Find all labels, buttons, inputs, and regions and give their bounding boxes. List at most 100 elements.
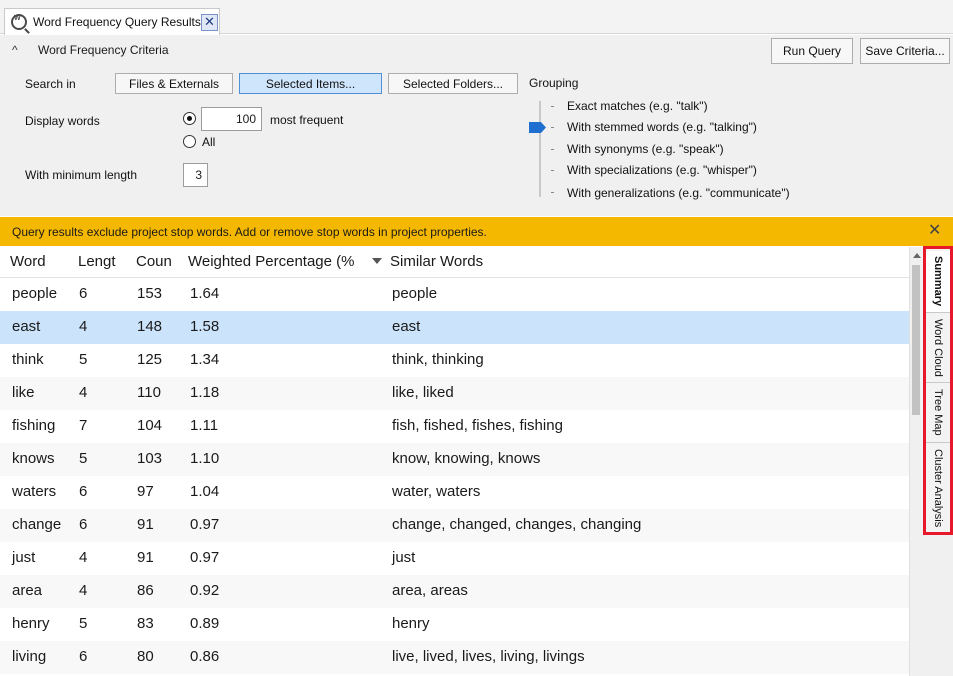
- cell-weighted-percentage: 0.86: [190, 648, 220, 665]
- cell-similar-words: fish, fished, fishes, fishing: [392, 417, 563, 434]
- cell-similar-words: east: [392, 318, 421, 335]
- grouping-label: Grouping: [529, 76, 579, 90]
- table-row[interactable]: just 4 91 0.97 just: [0, 542, 909, 575]
- cell-weighted-percentage: 1.58: [190, 318, 220, 335]
- tab-cluster-analysis[interactable]: Cluster Analysis: [926, 443, 950, 533]
- cell-word: area: [12, 582, 43, 599]
- most-frequent-label: most frequent: [270, 113, 344, 127]
- min-length-input[interactable]: 3: [183, 163, 208, 187]
- tab-word-cloud[interactable]: Word Cloud: [926, 313, 950, 383]
- slider-tick: [551, 192, 554, 193]
- cell-count: 110: [137, 384, 161, 401]
- tab-summary[interactable]: Summary: [926, 251, 950, 313]
- chevron-up-icon[interactable]: ^: [12, 43, 18, 57]
- cell-count: 148: [137, 318, 163, 335]
- cell-count: 83: [137, 615, 154, 632]
- cell-count: 104: [137, 417, 163, 434]
- table-row[interactable]: living 6 80 0.86 live, lived, lives, living,…: [0, 641, 909, 674]
- cell-weighted-percentage: 1.11: [190, 417, 219, 434]
- grouping-option-specializations[interactable]: With specializations (e.g. "whisper"): [567, 163, 757, 177]
- files-externals-button[interactable]: Files & Externals: [115, 73, 233, 94]
- column-header-word[interactable]: Word: [10, 253, 70, 270]
- cell-weighted-percentage: 1.18: [190, 384, 220, 401]
- cell-length: 4: [79, 318, 88, 335]
- all-label: All: [202, 135, 216, 149]
- cell-similar-words: henry: [392, 615, 430, 632]
- table-row[interactable]: henry 5 83 0.89 henry: [0, 608, 909, 641]
- table-row[interactable]: like 4 110 1.18 like, liked: [0, 377, 909, 410]
- table-row[interactable]: knows 5 103 1.10 know, knowing, knows: [0, 443, 909, 476]
- cell-length: 5: [79, 450, 88, 467]
- cell-similar-words: just: [392, 549, 416, 566]
- criteria-panel: ^ Word Frequency Criteria Run Query Save…: [0, 35, 953, 216]
- table-row[interactable]: people 6 153 1.64 people: [0, 278, 909, 311]
- tab-cluster-analysis-label: Cluster Analysis: [932, 448, 944, 528]
- cell-length: 5: [79, 615, 88, 632]
- cell-similar-words: know, knowing, knows: [392, 450, 541, 467]
- slider-tick: [551, 149, 554, 150]
- cell-weighted-percentage: 1.34: [190, 351, 220, 368]
- grouping-slider-track[interactable]: [539, 101, 541, 197]
- sort-descending-icon[interactable]: [372, 258, 382, 264]
- slider-tick: [551, 170, 554, 171]
- cell-count: 80: [137, 648, 154, 665]
- tab-tree-map-label: Tree Map: [932, 389, 944, 436]
- column-header-weighted-percentage[interactable]: Weighted Percentage (%: [188, 253, 363, 270]
- selected-folders-button[interactable]: Selected Folders...: [388, 73, 518, 94]
- close-icon[interactable]: ✕: [201, 14, 218, 31]
- cell-similar-words: change, changed, changes, changing: [392, 516, 642, 533]
- table-row[interactable]: change 6 91 0.97 change, changed, changes, c…: [0, 509, 909, 542]
- tab-title: Word Frequency Query Results: [33, 15, 201, 29]
- cell-count: 153: [137, 285, 163, 302]
- cell-count: 91: [137, 516, 154, 533]
- cell-length: 6: [79, 285, 88, 302]
- close-icon[interactable]: ✕: [928, 222, 941, 240]
- table-header: Word Lengt Coun Weighted Percentage (% S…: [0, 247, 909, 278]
- column-header-length[interactable]: Lengt: [78, 253, 130, 270]
- grouping-option-exact[interactable]: Exact matches (e.g. "talk"): [567, 99, 708, 113]
- grouping-option-synonyms[interactable]: With synonyms (e.g. "speak"): [567, 142, 724, 156]
- cell-weighted-percentage: 1.64: [190, 285, 220, 302]
- cell-weighted-percentage: 0.97: [190, 549, 220, 566]
- column-header-count[interactable]: Coun: [136, 253, 182, 270]
- cell-word: just: [12, 549, 36, 566]
- table-row[interactable]: area 4 86 0.92 area, areas: [0, 575, 909, 608]
- table-row[interactable]: think 5 125 1.34 think, thinking: [0, 344, 909, 377]
- results-table: Word Lengt Coun Weighted Percentage (% S…: [0, 247, 909, 676]
- column-header-similar-words[interactable]: Similar Words: [390, 253, 590, 270]
- min-length-label: With minimum length: [25, 168, 138, 182]
- scroll-up-icon[interactable]: [913, 253, 921, 258]
- all-radio[interactable]: [183, 135, 196, 148]
- grouping-option-stemmed[interactable]: With stemmed words (e.g. "talking"): [567, 120, 757, 134]
- cell-word: fishing: [12, 417, 56, 434]
- table-row[interactable]: fishing 7 104 1.11 fish, fished, fishes, fis…: [0, 410, 909, 443]
- display-count-input[interactable]: 100: [201, 107, 262, 131]
- scrollbar-thumb[interactable]: [912, 265, 920, 415]
- grouping-option-generalizations[interactable]: With generalizations (e.g. "communicate"…: [567, 186, 790, 200]
- cell-word: like: [12, 384, 35, 401]
- save-criteria-button[interactable]: Save Criteria...: [860, 38, 950, 64]
- run-query-button[interactable]: Run Query: [771, 38, 853, 64]
- cell-word: knows: [12, 450, 55, 467]
- most-frequent-radio[interactable]: [183, 112, 196, 125]
- selected-items-button[interactable]: Selected Items...: [239, 73, 382, 94]
- cell-similar-words: think, thinking: [392, 351, 484, 368]
- cell-word: henry: [12, 615, 50, 632]
- cell-word: change: [12, 516, 62, 533]
- cell-length: 6: [79, 516, 88, 533]
- cell-length: 6: [79, 648, 88, 665]
- cell-length: 5: [79, 351, 88, 368]
- cell-length: 4: [79, 384, 88, 401]
- vertical-scrollbar[interactable]: [909, 247, 922, 676]
- cell-weighted-percentage: 0.89: [190, 615, 220, 632]
- cell-count: 97: [137, 483, 154, 500]
- cell-length: 7: [79, 417, 88, 434]
- table-row[interactable]: east 4 148 1.58 east: [0, 311, 909, 344]
- cell-count: 91: [137, 549, 154, 566]
- cell-weighted-percentage: 1.10: [190, 450, 220, 467]
- table-row[interactable]: waters 6 97 1.04 water, waters: [0, 476, 909, 509]
- tab-tree-map[interactable]: Tree Map: [926, 383, 950, 443]
- tab-word-frequency-results[interactable]: Word Frequency Query Results ✕: [4, 8, 220, 35]
- cell-similar-words: water, waters: [392, 483, 481, 500]
- cell-word: east: [12, 318, 41, 335]
